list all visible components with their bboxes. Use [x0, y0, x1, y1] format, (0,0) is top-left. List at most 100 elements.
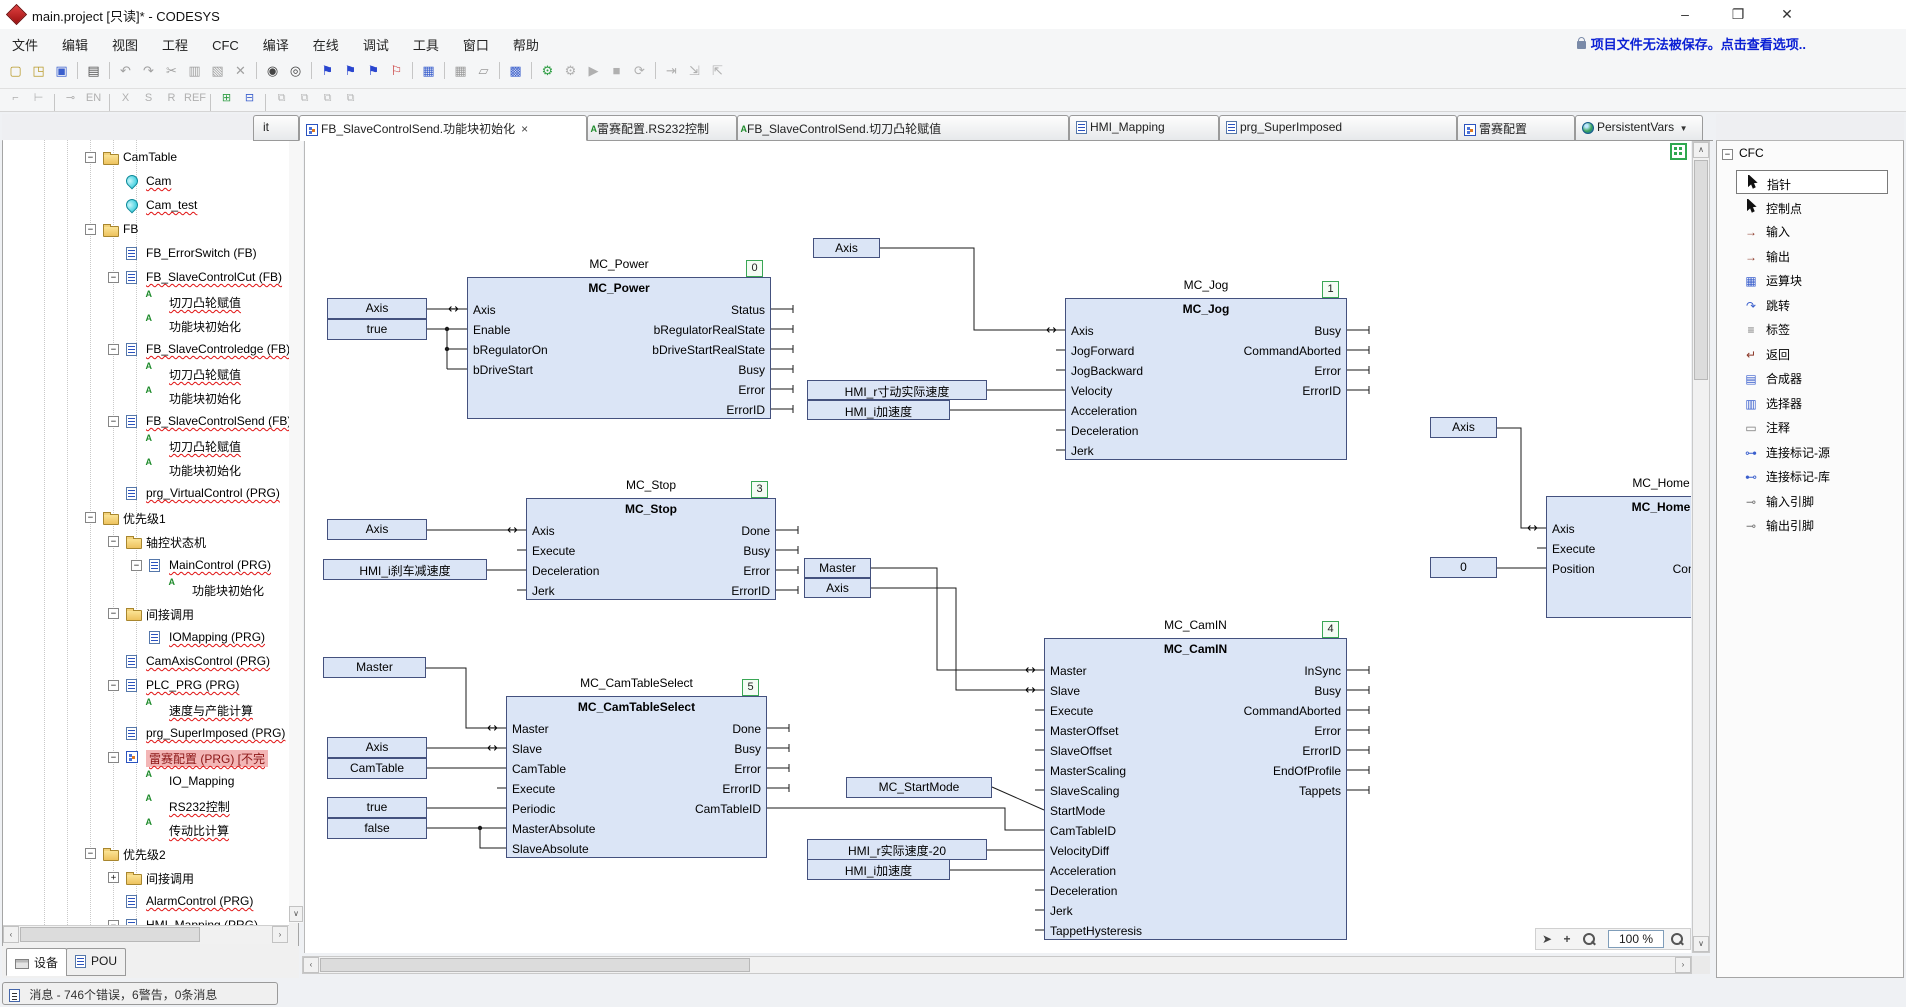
login-icon[interactable]: ⚙: [537, 60, 558, 81]
set-icon[interactable]: S: [138, 90, 159, 107]
scroll-right-icon[interactable]: ›: [272, 926, 288, 943]
scroll-left-icon[interactable]: ‹: [303, 957, 319, 973]
tree-expander-icon[interactable]: −: [85, 848, 96, 859]
scroll-down-icon[interactable]: ∨: [1693, 936, 1709, 952]
tree-expander-icon[interactable]: −: [108, 752, 119, 763]
bookmark-previous-icon[interactable]: ⚑: [363, 60, 384, 81]
maximize-editor-button[interactable]: [1670, 143, 1687, 160]
redo-icon[interactable]: ↷: [138, 60, 159, 81]
toolbox-item-return[interactable]: ↵返回: [1736, 342, 1888, 366]
zoom-in-icon[interactable]: +: [1558, 930, 1576, 948]
step-into-icon[interactable]: ⇲: [684, 60, 705, 81]
build-icon[interactable]: ▩: [505, 60, 526, 81]
operand-box[interactable]: CamTable: [327, 758, 427, 779]
bookmark-toggle-icon[interactable]: ⚑: [317, 60, 338, 81]
tree-item[interactable]: CamAxisControl (PRG): [3, 650, 289, 674]
tab-close-icon[interactable]: ×: [518, 122, 531, 136]
operand-box[interactable]: MC_StartMode: [846, 777, 992, 798]
toolbox-item-pointer-cursor[interactable]: 指针: [1736, 170, 1888, 194]
editor-tab-PersistentVars[interactable]: PersistentVars▼: [1575, 115, 1703, 141]
save-icon[interactable]: ▣: [51, 60, 72, 81]
toolbox-item-selector[interactable]: ▥选择器: [1736, 391, 1888, 415]
reference-icon[interactable]: REF: [184, 90, 205, 107]
tree-item[interactable]: +间接调用: [3, 866, 289, 890]
zoom-level-value[interactable]: 100 %: [1608, 930, 1664, 948]
toolbox-item-connection-mark-sink[interactable]: ⊷连接标记-库: [1736, 464, 1888, 488]
insert-composer-icon[interactable]: ⊢: [28, 90, 49, 107]
tree-item[interactable]: 传动比计算: [3, 818, 289, 842]
tree-item[interactable]: 功能块初始化: [3, 314, 289, 338]
stop-icon[interactable]: ■: [606, 60, 627, 81]
cut-icon[interactable]: ✂: [161, 60, 182, 81]
copy-icon[interactable]: ▥: [184, 60, 205, 81]
tree-expander-icon[interactable]: −: [108, 536, 119, 547]
tree-expander-icon[interactable]: −: [108, 344, 119, 355]
toolbox-item-jump[interactable]: ↷跳转: [1736, 293, 1888, 317]
function-block[interactable]: MC_CamTableSelectMasterDoneSlaveBusyCamT…: [506, 696, 767, 858]
menu-item-文件[interactable]: 文件: [0, 29, 50, 57]
panel-tab-POU[interactable]: POU: [66, 948, 126, 976]
tree-item[interactable]: prg_VirtualControl (PRG): [3, 482, 289, 506]
scrollbar-thumb[interactable]: [320, 958, 750, 972]
tree-item[interactable]: AlarmControl (PRG): [3, 890, 289, 914]
paste-icon[interactable]: ▧: [207, 60, 228, 81]
find-icon[interactable]: ◉: [262, 60, 283, 81]
close-button[interactable]: ✕: [1764, 0, 1810, 29]
undo-icon[interactable]: ↶: [115, 60, 136, 81]
operand-box[interactable]: true: [327, 797, 427, 818]
operand-box[interactable]: Axis: [1430, 417, 1497, 438]
panel-tab-设备[interactable]: 设备: [6, 948, 67, 976]
new-file-icon[interactable]: ▢: [5, 60, 26, 81]
tree-item[interactable]: Cam: [3, 170, 289, 194]
editor-tab-FB_SlaveControlSend.功能块初始化[interactable]: FB_SlaveControlSend.功能块初始化×: [299, 115, 587, 141]
save-warning-link[interactable]: 项目文件无法被保存。点击查看选项..: [1577, 34, 1806, 53]
editor-tab-雷赛配置.RS232控制[interactable]: 雷赛配置.RS232控制: [587, 115, 737, 141]
tree-item[interactable]: IOMapping (PRG): [3, 626, 289, 650]
toolbox-group-cfc[interactable]: −CFC: [1722, 146, 1764, 160]
tree-item[interactable]: 功能块初始化: [3, 458, 289, 482]
tree-vertical-scrollbar[interactable]: ∨: [289, 140, 303, 923]
tree-expander-icon[interactable]: −: [85, 512, 96, 523]
editor-tab-雷赛配置[interactable]: 雷赛配置: [1457, 115, 1575, 141]
find-replace-icon[interactable]: ◎: [285, 60, 306, 81]
menu-item-窗口[interactable]: 窗口: [451, 29, 501, 57]
operand-box[interactable]: HMI_r寸动实际速度: [807, 380, 987, 400]
scroll-down-icon[interactable]: ∨: [289, 906, 303, 922]
delete-icon[interactable]: ✕: [230, 60, 251, 81]
minimize-button[interactable]: –: [1662, 0, 1708, 29]
tree-item[interactable]: 功能块初始化: [3, 578, 289, 602]
remove-block-input-icon[interactable]: ⊟: [239, 90, 260, 107]
toolbox-item-input-pin[interactable]: ⊸输入引脚: [1736, 489, 1888, 513]
operand-box[interactable]: Axis: [327, 298, 427, 319]
negate-icon[interactable]: X: [115, 90, 136, 107]
insert-en-eno-icon[interactable]: EN: [83, 90, 104, 107]
tree-item[interactable]: −FB_SlaveControlCut (FB): [3, 266, 289, 290]
tree-expander-icon[interactable]: −: [85, 224, 96, 235]
operand-box[interactable]: HMI_i加速度: [807, 859, 950, 880]
editor-tab-HMI_Mapping[interactable]: HMI_Mapping: [1069, 115, 1219, 141]
function-block[interactable]: MC_PowerAxisStatusEnablebRegulatorRealSt…: [467, 277, 771, 419]
tree-expander-icon[interactable]: +: [108, 872, 119, 883]
toolbox-item-label[interactable]: ≡标签: [1736, 317, 1888, 341]
toolbox-item-control-point-cursor[interactable]: 控制点: [1736, 195, 1888, 219]
function-block[interactable]: MC_StopAxisDoneExecuteBusyDecelerationEr…: [526, 498, 776, 600]
tree-item[interactable]: −轴控状态机: [3, 530, 289, 554]
operand-box[interactable]: HMI_i刹车减速度: [323, 559, 487, 580]
tree-item[interactable]: 切刀凸轮赋值: [3, 434, 289, 458]
tree-item[interactable]: 切刀凸轮赋值: [3, 290, 289, 314]
step-over-icon[interactable]: ⇥: [661, 60, 682, 81]
tree-item[interactable]: 切刀凸轮赋值: [3, 362, 289, 386]
toolbox-item-input[interactable]: →输入: [1736, 219, 1888, 243]
tree-expander-icon[interactable]: −: [108, 272, 119, 283]
operand-box[interactable]: HMI_i加速度: [807, 400, 950, 420]
canvas-vertical-scrollbar[interactable]: ∧ ∨: [1692, 141, 1710, 953]
menu-item-编辑[interactable]: 编辑: [50, 29, 100, 57]
operand-box[interactable]: true: [327, 319, 427, 340]
operand-box[interactable]: HMI_r实际速度-20: [807, 839, 987, 860]
operand-box[interactable]: Axis: [327, 737, 427, 758]
insert-network-icon[interactable]: ⌐: [5, 90, 26, 107]
operand-box[interactable]: 0: [1430, 557, 1497, 578]
editor-tab-FB_SlaveControlSend.切刀凸轮赋值[interactable]: FB_SlaveControlSend.切刀凸轮赋值: [737, 115, 1069, 141]
editor-tab-it[interactable]: it: [253, 115, 299, 141]
magnifier-icon[interactable]: [1580, 930, 1598, 948]
